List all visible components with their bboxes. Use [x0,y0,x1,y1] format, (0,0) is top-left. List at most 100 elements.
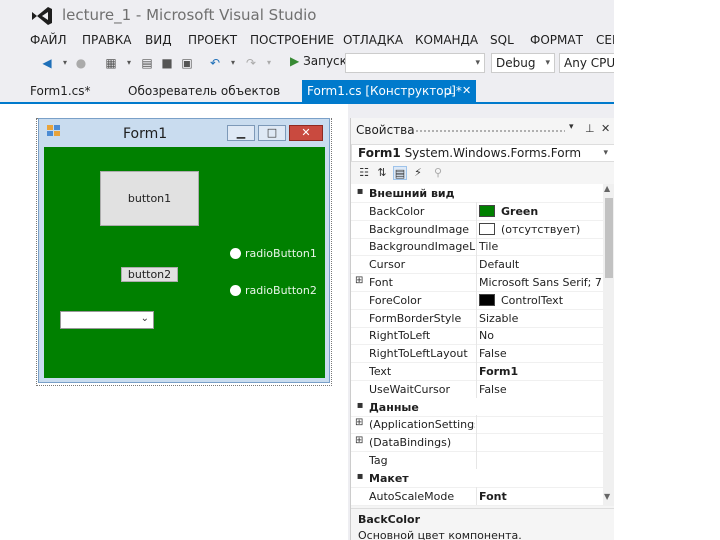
maximize-icon[interactable]: □ [258,125,286,141]
attach-combo[interactable]: ▾ [345,53,485,73]
property-value-text: Microsoft Sans Serif; 7,8 [479,276,601,289]
new-dropdown-icon[interactable]: ▾ [122,56,136,70]
scroll-thumb[interactable] [605,198,613,278]
expand-icon[interactable]: ⊞ [355,435,363,446]
pin-icon[interactable]: ⊥ [446,80,456,102]
property-value[interactable]: Green [479,204,601,218]
tab-object-browser[interactable]: Обозреватель объектов [128,84,280,98]
property-value[interactable]: Default [479,258,601,271]
property-value[interactable]: ControlText [479,293,601,307]
property-row[interactable]: ⊞ (DataBindings) [351,433,603,453]
forward-icon[interactable]: ● [74,56,88,70]
property-row[interactable]: RightToLeftLayout False [351,344,603,364]
property-value[interactable]: No [479,329,601,342]
property-row[interactable]: ⊞ (ApplicationSettings) [351,415,603,435]
save-all-icon[interactable]: ▣ [180,56,194,70]
property-value[interactable]: Form1 [479,365,601,378]
close-icon[interactable]: ✕ [289,125,323,141]
object-selector[interactable]: Form1 System.Windows.Forms.Form ▾ [351,144,614,162]
property-row[interactable]: ⊞ Font Microsoft Sans Serif; 7,8 [351,273,603,292]
property-value-text: No [479,329,494,343]
property-value[interactable]: False [479,383,601,396]
property-value[interactable]: Microsoft Sans Serif; 7,8 [479,276,601,289]
menu-sql[interactable]: SQL [490,33,514,47]
menu-view[interactable]: ВИД [145,33,172,47]
property-row[interactable]: UseWaitCursor False [351,379,603,399]
property-category[interactable]: ▪ Внешний вид [351,184,603,203]
property-row[interactable]: Tag [351,451,603,470]
redo-icon[interactable]: ↷ [244,56,258,70]
expand-icon[interactable]: ⊞ [355,275,363,286]
open-icon[interactable]: ▤ [140,56,154,70]
property-value-text: Green [501,204,539,218]
property-value[interactable]: Tile [479,240,601,253]
property-row[interactable]: BackgroundImageLay Tile [351,237,603,257]
menu-build[interactable]: ПОСТРОЕНИЕ [250,33,334,47]
panel-grip[interactable] [415,129,565,133]
combo-box[interactable]: ⌄ [60,311,154,329]
property-value[interactable]: False [479,347,601,360]
collapse-icon[interactable]: ▪ [355,471,365,482]
property-name: BackColor [369,204,425,218]
menu-project[interactable]: ПРОЕКТ [188,33,237,47]
properties-title: Свойства [356,123,415,137]
property-value[interactable]: (отсутствует) [479,222,601,236]
property-row[interactable]: RightToLeft No [351,326,603,346]
menu-team[interactable]: КОМАНДА [415,33,478,47]
back-dropdown-icon[interactable]: ▾ [58,56,72,70]
visual-studio-logo-icon [32,7,52,25]
back-icon[interactable]: ◀ [40,56,54,70]
save-icon[interactable]: ■ [160,56,174,70]
radio-circle-icon [230,248,241,259]
form-window[interactable]: Form1 ▁ □ ✕ button1 button2 radioButton1… [38,118,330,383]
play-icon: ▶ [290,54,300,68]
property-row[interactable]: FormBorderStyle Sizable [351,308,603,328]
property-value[interactable]: Sizable [479,312,601,325]
close-icon[interactable]: ✕ [601,122,610,135]
property-name: RightToLeft [369,329,431,343]
property-row[interactable]: AutoScaleMode Font [351,486,603,506]
tab-form1-designer[interactable]: Form1.cs [Конструктор]* ⊥ ✕ [302,80,476,102]
categorized-icon[interactable]: ☷ [357,166,371,180]
new-project-icon[interactable]: ▦ [104,56,118,70]
property-grid-scrollbar[interactable]: ▲ ▼ [603,184,614,506]
close-icon[interactable]: ✕ [462,80,471,102]
property-row[interactable]: Text Form1 [351,362,603,381]
alphabetical-icon[interactable]: ⇅ [375,166,389,180]
expand-icon[interactable]: ⊞ [355,417,363,428]
properties-toolbar: ☷ ⇅ ▤ ⚡ ⚲ [351,164,614,184]
menu-file[interactable]: ФАЙЛ [30,33,67,47]
scroll-up-icon[interactable]: ▲ [604,184,610,193]
redo-dropdown-icon[interactable]: ▾ [262,56,276,70]
collapse-icon[interactable]: ▪ [355,186,365,197]
property-row[interactable]: ForeColor ControlText [351,290,603,310]
configuration-combo[interactable]: Debug ▾ [491,53,555,73]
pin-icon[interactable]: ⊥ [585,122,595,135]
button1[interactable]: button1 [100,171,199,226]
menu-format[interactable]: ФОРМАТ [530,33,583,47]
button2[interactable]: button2 [121,267,178,282]
property-value-text: False [479,347,507,361]
tab-designer-label: Form1.cs [Конструктор]* [307,84,462,98]
column-divider [476,433,477,452]
property-row[interactable]: BackgroundImage (отсутствует) [351,219,603,239]
menu-debug[interactable]: ОТЛАДКА [343,33,403,47]
collapse-icon[interactable]: ▪ [355,400,365,411]
property-category[interactable]: ▪ Данные [351,397,603,417]
property-row[interactable]: BackColor Green [351,201,603,221]
menu-server[interactable]: СЕР [596,33,614,47]
property-row[interactable]: Cursor Default [351,255,603,275]
platform-combo[interactable]: Any CPU [559,53,614,73]
undo-icon[interactable]: ↶ [208,56,222,70]
scroll-down-icon[interactable]: ▼ [604,492,610,501]
events-icon[interactable]: ⚡ [411,166,425,180]
tab-form1-code[interactable]: Form1.cs* [30,84,91,98]
minimize-icon[interactable]: ▁ [227,125,255,141]
property-pages-icon[interactable]: ⚲ [431,166,445,180]
properties-view-icon[interactable]: ▤ [393,166,407,180]
property-category[interactable]: ▪ Макет [351,468,603,488]
menu-edit[interactable]: ПРАВКА [82,33,131,47]
property-value[interactable]: Font [479,490,601,503]
panel-menu-icon[interactable]: ▾ [569,122,574,132]
undo-dropdown-icon[interactable]: ▾ [226,56,240,70]
